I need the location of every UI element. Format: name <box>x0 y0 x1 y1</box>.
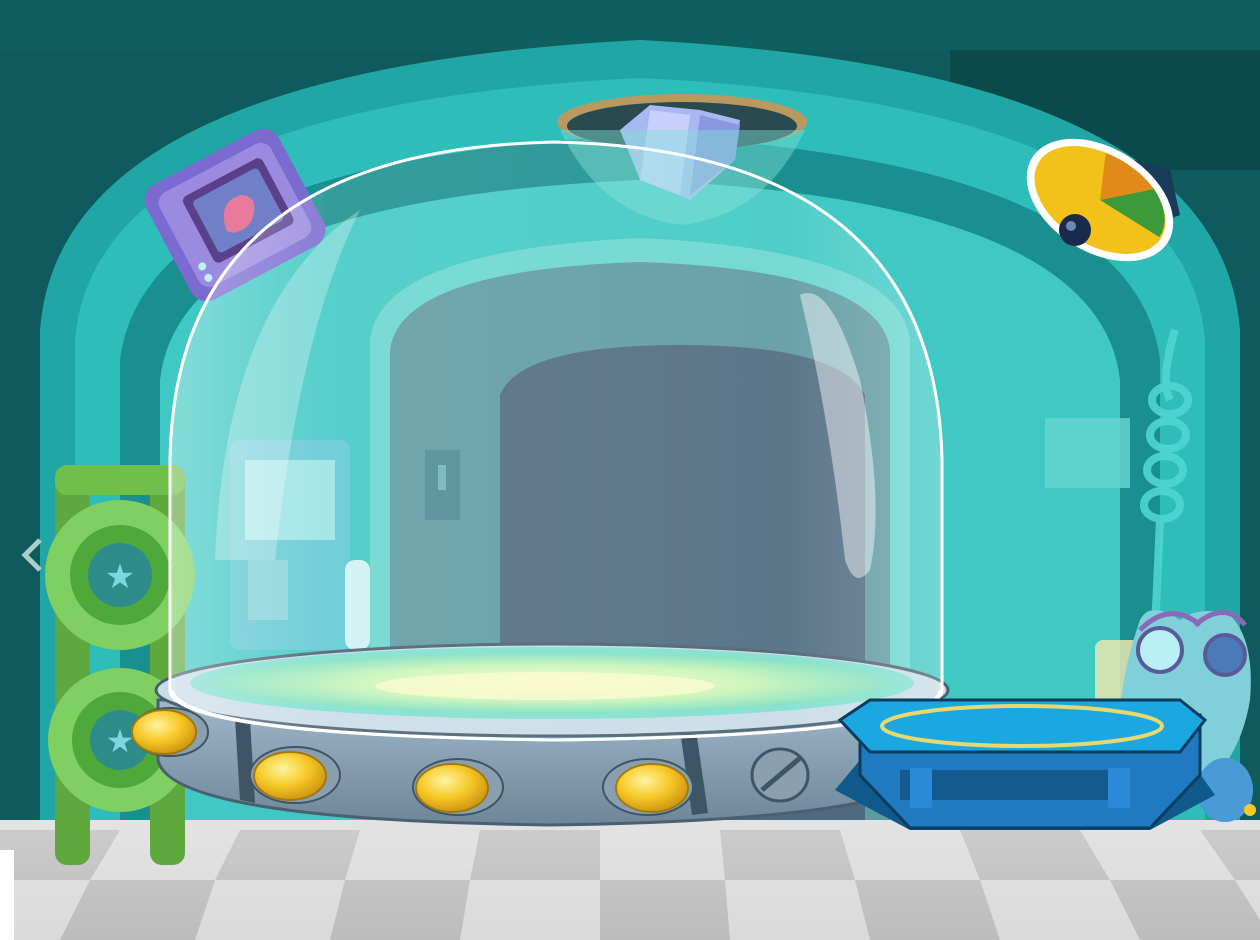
game-scene: ★ ★ <box>0 0 1260 940</box>
scene-canvas: ★ ★ <box>0 0 1260 940</box>
blue-pedestal[interactable] <box>835 698 1215 830</box>
checker-floor <box>0 820 1260 940</box>
glass-dome[interactable] <box>168 140 944 742</box>
gold-rivet <box>415 763 489 813</box>
gold-rivet <box>131 709 197 755</box>
star-icon: ★ <box>106 722 135 760</box>
wall-vent-panel <box>1045 418 1130 488</box>
star-icon: ★ <box>105 557 135 597</box>
gold-rivet <box>253 751 327 801</box>
gold-rivet <box>615 763 689 813</box>
